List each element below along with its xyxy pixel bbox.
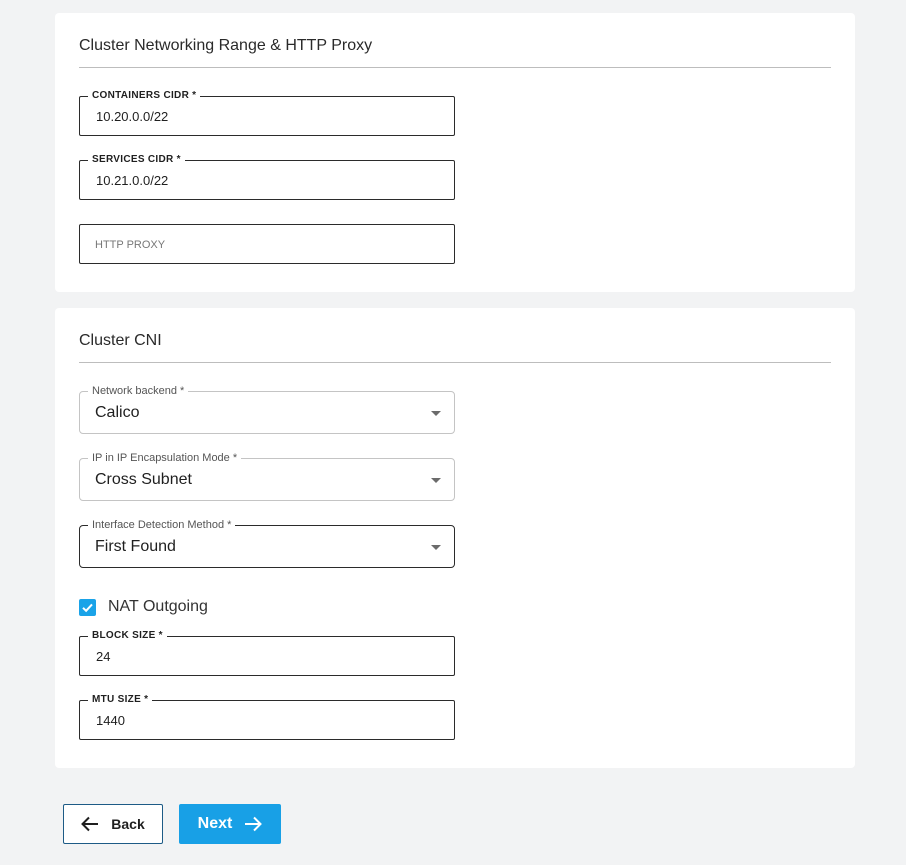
caret-down-icon[interactable]	[431, 478, 441, 483]
cni-card-title: Cluster CNI	[79, 332, 162, 349]
network-backend-label: Network backend *	[88, 384, 189, 398]
network-backend-value: Calico	[95, 404, 140, 421]
block-size-value: 24	[96, 649, 111, 664]
mtu-size-field[interactable]: MTU SIZE * 1440	[79, 694, 455, 740]
arrow-left-icon	[81, 816, 99, 832]
http-proxy-placeholder: HTTP PROXY	[95, 239, 166, 251]
encapsulation-mode-select[interactable]: IP in IP Encapsulation Mode * Cross Subn…	[79, 451, 455, 501]
cni-card-divider	[79, 362, 831, 363]
interface-detection-value: First Found	[95, 538, 176, 555]
networking-card-title: Cluster Networking Range & HTTP Proxy	[79, 37, 373, 54]
nat-outgoing-row: NAT Outgoing	[79, 596, 208, 618]
containers-cidr-label: CONTAINERS CIDR *	[88, 90, 201, 102]
services-cidr-label: SERVICES CIDR *	[88, 154, 185, 166]
networking-card-divider	[79, 67, 831, 68]
next-button[interactable]: Next	[179, 804, 281, 844]
services-cidr-field[interactable]: SERVICES CIDR * 10.21.0.0/22	[79, 154, 455, 200]
next-button-label: Next	[197, 815, 233, 832]
interface-detection-label: Interface Detection Method *	[88, 518, 236, 532]
block-size-field[interactable]: BLOCK SIZE * 24	[79, 630, 455, 676]
block-size-label: BLOCK SIZE *	[88, 630, 167, 642]
containers-cidr-field[interactable]: CONTAINERS CIDR * 10.20.0.0/22	[79, 90, 455, 136]
caret-down-icon[interactable]	[431, 545, 441, 550]
nat-outgoing-label: NAT Outgoing	[108, 598, 208, 615]
caret-down-icon[interactable]	[431, 411, 441, 416]
networking-card: Cluster Networking Range & HTTP Proxy CO…	[55, 13, 855, 292]
arrow-right-icon	[244, 816, 263, 832]
interface-detection-select[interactable]: Interface Detection Method * First Found	[79, 518, 455, 568]
network-backend-select[interactable]: Network backend * Calico	[79, 384, 455, 434]
back-button[interactable]: Back	[63, 804, 163, 844]
containers-cidr-value: 10.20.0.0/22	[96, 109, 169, 124]
encapsulation-mode-label: IP in IP Encapsulation Mode *	[88, 451, 242, 465]
check-icon	[82, 603, 93, 612]
http-proxy-field[interactable]: HTTP PROXY	[79, 224, 455, 264]
mtu-size-value: 1440	[96, 713, 125, 728]
back-button-label: Back	[111, 816, 145, 832]
nat-outgoing-checkbox[interactable]	[79, 598, 96, 616]
cni-card: Cluster CNI Network backend * Calico IP …	[55, 308, 855, 768]
mtu-size-label: MTU SIZE *	[88, 694, 153, 706]
encapsulation-mode-value: Cross Subnet	[95, 471, 192, 488]
services-cidr-value: 10.21.0.0/22	[96, 173, 169, 188]
